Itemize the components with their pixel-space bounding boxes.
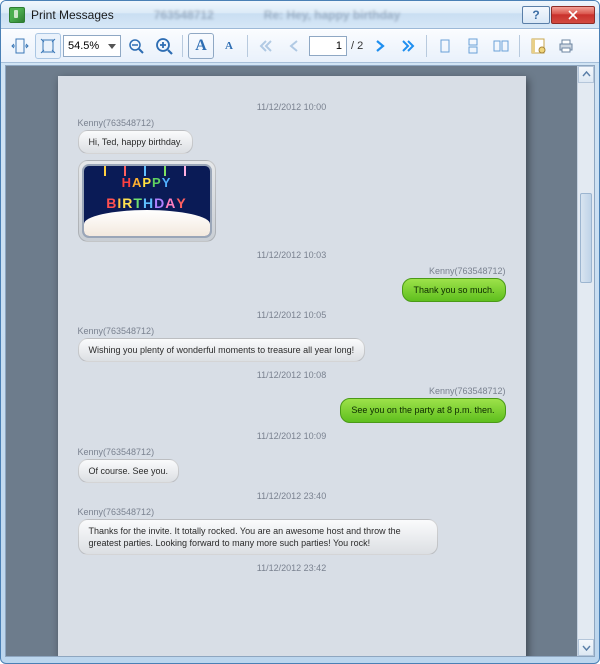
- page-preview: 11/12/2012 10:00 Kenny(763548712) Hi, Te…: [58, 76, 526, 656]
- fit-width-button[interactable]: [7, 33, 33, 59]
- zoom-out-icon: [127, 37, 145, 55]
- separator: [426, 35, 427, 57]
- vertical-scrollbar[interactable]: [577, 66, 594, 656]
- fit-page-icon: [39, 37, 57, 55]
- sender-label: Kenny(763548712): [78, 447, 506, 457]
- timestamp: 11/12/2012 23:42: [78, 563, 506, 573]
- zoom-combo[interactable]: 54.5%: [63, 35, 121, 57]
- timestamp: 11/12/2012 10:09: [78, 431, 506, 441]
- window-buttons: ?: [521, 6, 595, 24]
- font-larger-icon: A: [195, 37, 207, 55]
- timestamp: 11/12/2012 10:00: [78, 102, 506, 112]
- close-icon: [568, 10, 578, 20]
- message-bubble: Thanks for the invite. It totally rocked…: [78, 519, 438, 555]
- layout-single-button[interactable]: [432, 33, 458, 59]
- layout-continuous-icon: [465, 38, 481, 54]
- page-number-input[interactable]: [309, 36, 347, 56]
- layout-facing-button[interactable]: [488, 33, 514, 59]
- sender-label: Kenny(763548712): [78, 266, 506, 276]
- message-row: Kenny(763548712) Hi, Ted, happy birthday…: [78, 118, 506, 154]
- image-text-line1: HAPPY: [84, 174, 210, 192]
- timestamp: 11/12/2012 10:03: [78, 250, 506, 260]
- chevron-up-icon: [582, 70, 591, 79]
- timestamp: 11/12/2012 10:08: [78, 370, 506, 380]
- message-bubble: Of course. See you.: [78, 459, 180, 483]
- message-row: Kenny(763548712) Thank you so much.: [78, 266, 506, 302]
- message-row: Kenny(763548712) See you on the party at…: [78, 386, 506, 422]
- font-smaller-icon: A: [225, 40, 233, 52]
- print-messages-window: Print Messages 763548712 Re: Hey, happy …: [0, 0, 600, 664]
- print-button[interactable]: [553, 33, 579, 59]
- chevron-down-icon: [582, 643, 591, 652]
- first-page-icon: [258, 38, 274, 54]
- next-page-button[interactable]: [367, 33, 393, 59]
- separator: [519, 35, 520, 57]
- message-bubble: See you on the party at 8 p.m. then.: [340, 398, 505, 422]
- page-setup-button[interactable]: [525, 33, 551, 59]
- print-icon: [557, 37, 575, 55]
- message-bubble: Wishing you plenty of wonderful moments …: [78, 338, 366, 362]
- separator: [247, 35, 248, 57]
- timestamp: 11/12/2012 10:05: [78, 310, 506, 320]
- window-title: Print Messages: [31, 8, 114, 22]
- scroll-thumb[interactable]: [580, 193, 592, 283]
- sender-label: Kenny(763548712): [78, 507, 506, 517]
- message-row: Kenny(763548712) Thanks for the invite. …: [78, 507, 506, 555]
- message-bubble: Hi, Ted, happy birthday.: [78, 130, 194, 154]
- timestamp: 11/12/2012 23:40: [78, 491, 506, 501]
- scroll-up-button[interactable]: [578, 66, 594, 83]
- message-row: HAPPY BIRTHDAY: [78, 160, 506, 242]
- titlebar[interactable]: Print Messages 763548712 Re: Hey, happy …: [1, 1, 599, 29]
- image-bubble: HAPPY BIRTHDAY: [78, 160, 216, 242]
- sender-label: Kenny(763548712): [78, 386, 506, 396]
- last-page-button[interactable]: [395, 33, 421, 59]
- layout-facing-icon: [493, 38, 509, 54]
- titlebar-subtext-2: Re: Hey, happy birthday: [264, 8, 400, 22]
- help-icon: ?: [532, 8, 539, 22]
- prev-page-icon: [286, 38, 302, 54]
- preview-viewport[interactable]: 11/12/2012 10:00 Kenny(763548712) Hi, Te…: [6, 66, 577, 656]
- zoom-out-button[interactable]: [123, 33, 149, 59]
- preview-area: 11/12/2012 10:00 Kenny(763548712) Hi, Te…: [5, 65, 595, 657]
- zoom-in-icon: [154, 36, 174, 56]
- fit-page-button[interactable]: [35, 33, 61, 59]
- message-row: Kenny(763548712) Of course. See you.: [78, 447, 506, 483]
- layout-continuous-button[interactable]: [460, 33, 486, 59]
- page-total-label: / 2: [351, 40, 363, 52]
- titlebar-subtext-1: 763548712: [154, 8, 214, 22]
- scroll-down-button[interactable]: [578, 639, 594, 656]
- zoom-in-button[interactable]: [151, 33, 177, 59]
- font-smaller-button[interactable]: A: [216, 33, 242, 59]
- separator: [182, 35, 183, 57]
- zoom-value: 54.5%: [68, 40, 99, 52]
- sender-label: Kenny(763548712): [78, 326, 506, 336]
- fit-width-icon: [11, 37, 29, 55]
- layout-single-icon: [437, 38, 453, 54]
- toolbar: 54.5% A A / 2: [1, 29, 599, 63]
- font-larger-button[interactable]: A: [188, 33, 214, 59]
- sender-label: Kenny(763548712): [78, 118, 506, 128]
- message-bubble: Thank you so much.: [402, 278, 505, 302]
- scroll-track[interactable]: [578, 83, 594, 639]
- app-icon: [9, 7, 25, 23]
- next-page-icon: [372, 38, 388, 54]
- prev-page-button[interactable]: [281, 33, 307, 59]
- message-row: Kenny(763548712) Wishing you plenty of w…: [78, 326, 506, 362]
- birthday-image: HAPPY BIRTHDAY: [82, 164, 212, 238]
- first-page-button[interactable]: [253, 33, 279, 59]
- close-button[interactable]: [551, 6, 595, 24]
- help-button[interactable]: ?: [522, 6, 550, 24]
- page-setup-icon: [529, 37, 547, 55]
- last-page-icon: [400, 38, 416, 54]
